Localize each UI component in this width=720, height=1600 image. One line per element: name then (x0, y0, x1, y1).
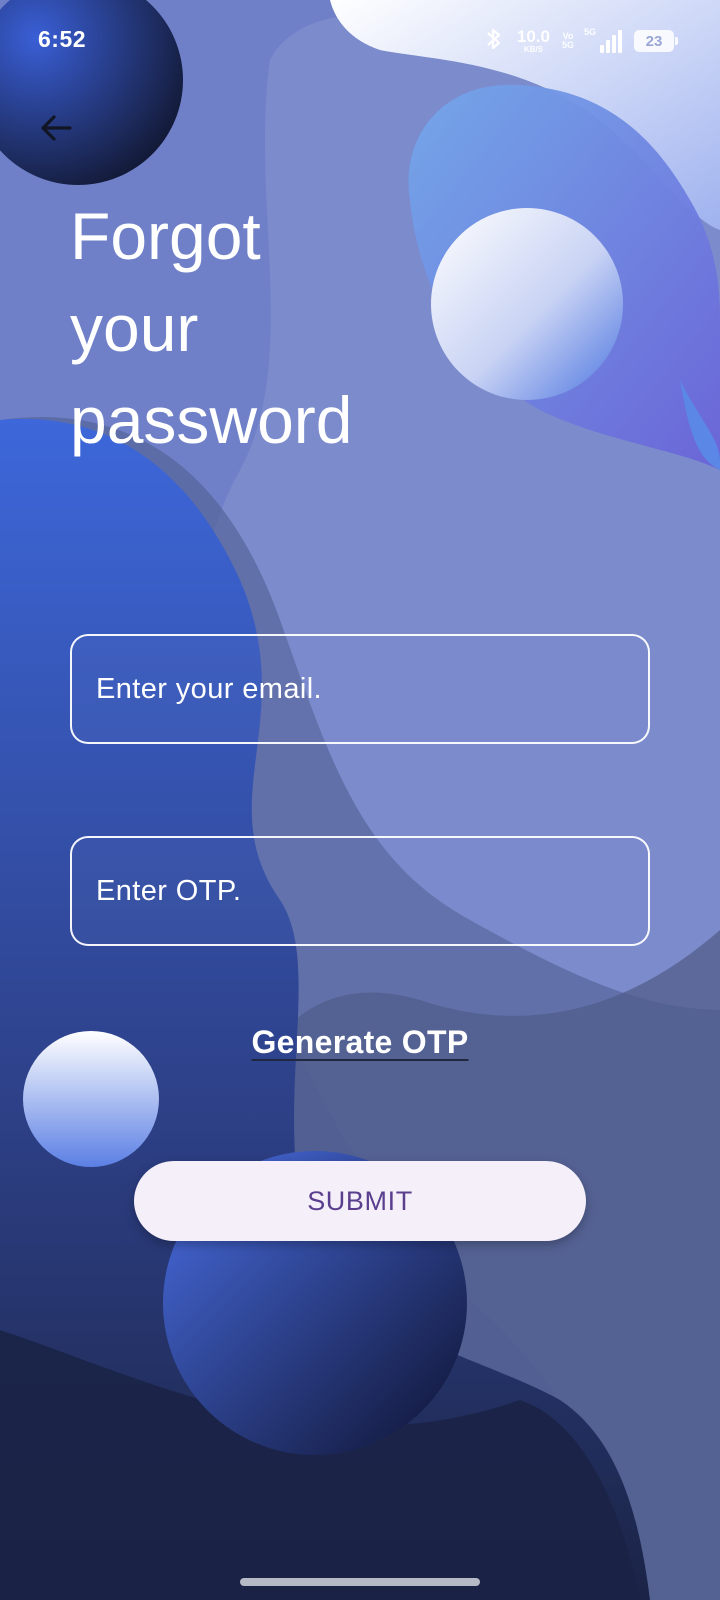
submit-button[interactable]: SUBMIT (134, 1161, 586, 1241)
otp-field-container (70, 836, 650, 946)
home-indicator[interactable] (240, 1578, 480, 1586)
email-field-container (70, 634, 650, 744)
volte-indicator: Vo 5G (562, 32, 574, 50)
otp-field[interactable] (96, 874, 648, 908)
arrow-left-icon (36, 108, 76, 152)
title-line: password (70, 383, 353, 457)
signal-label: 5G (584, 27, 597, 37)
generate-otp-row: Generate OTP (0, 1024, 720, 1061)
network-speed-value: 10.0 (516, 27, 550, 46)
title-line: Forgot (70, 199, 261, 273)
volte-bottom: 5G (561, 40, 574, 50)
bluetooth-icon (483, 27, 505, 55)
battery-level: 23 (645, 32, 663, 50)
status-time: 6:52 (38, 26, 87, 52)
generate-otp-link[interactable]: Generate OTP (251, 1024, 468, 1060)
network-speed: 10.0 KB/S (517, 28, 550, 54)
signal-icon: 5G (584, 27, 622, 53)
network-speed-unit: KB/S (523, 45, 543, 54)
status-bar: 6:52 10.0 KB/S Vo 5G 5G 23 (0, 0, 720, 84)
title-line: your (70, 291, 199, 365)
battery-icon: 23 (634, 30, 678, 52)
back-button[interactable] (30, 104, 82, 156)
status-icons: 10.0 KB/S Vo 5G 5G 23 (483, 26, 678, 56)
page-title: Forgot your password (70, 190, 490, 466)
email-field[interactable] (96, 672, 648, 706)
